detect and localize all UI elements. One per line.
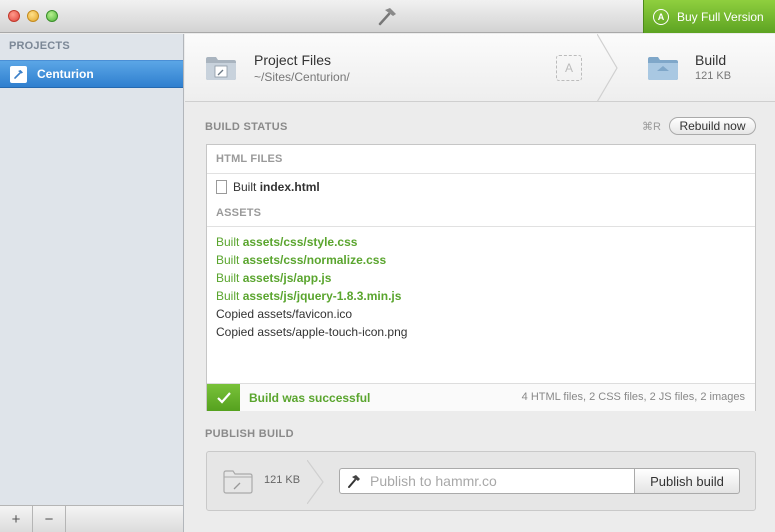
hammer-icon	[348, 475, 360, 488]
hammer-app-icon	[378, 8, 396, 26]
rebuild-now-button[interactable]: Rebuild now	[669, 117, 756, 135]
asset-line: Built assets/js/jquery-1.8.3.min.js	[216, 289, 402, 303]
chevron-divider-icon	[597, 34, 618, 102]
build-status-panel: HTML FILES Built index.html ASSETS Built…	[206, 144, 756, 411]
sidebar: PROJECTS Centurion + −	[0, 34, 184, 532]
zoom-window-button[interactable]	[46, 10, 58, 22]
sidebar-toolbar: + −	[0, 505, 183, 532]
main-content: Project Files ~/Sites/Centurion/ A Build…	[185, 34, 775, 532]
sidebar-item-centurion[interactable]: Centurion	[0, 60, 183, 88]
checkmark-icon	[207, 384, 240, 411]
drop-target-icon[interactable]: A	[556, 55, 582, 81]
build-title: Build	[695, 52, 727, 68]
build-status-label: BUILD STATUS	[205, 121, 288, 133]
build-success-text: Build was successful	[249, 391, 371, 405]
hammer-icon	[10, 65, 27, 83]
build-result-bar: Build was successful 4 HTML files, 2 CSS…	[207, 383, 755, 411]
asset-line: Built assets/js/app.js	[216, 271, 332, 285]
window-titlebar: A Buy Full Version	[0, 0, 775, 33]
document-icon	[216, 180, 227, 194]
publish-build-button[interactable]: Publish build	[634, 468, 740, 494]
sidebar-header: PROJECTS	[9, 40, 70, 52]
html-file-prefix: Built	[233, 180, 257, 194]
html-file-name: index.html	[259, 180, 320, 194]
publish-build-label: PUBLISH BUILD	[205, 428, 294, 440]
path-bar: Project Files ~/Sites/Centurion/ A Build…	[185, 34, 775, 102]
remove-project-button[interactable]: −	[33, 506, 66, 532]
asset-line: Built assets/css/style.css	[216, 235, 358, 249]
project-path: ~/Sites/Centurion/	[254, 70, 350, 84]
publish-size: 121 KB	[264, 474, 301, 486]
divider	[207, 226, 755, 227]
chevron-divider-icon	[307, 460, 324, 504]
publish-folder-icon	[223, 470, 253, 494]
publish-url-input[interactable]	[370, 473, 630, 489]
html-file-row: Built index.html	[216, 180, 320, 194]
html-files-header: HTML FILES	[216, 153, 283, 165]
app-store-icon: A	[653, 8, 669, 25]
close-window-button[interactable]	[8, 10, 20, 22]
build-folder-icon[interactable]	[647, 55, 679, 81]
publish-panel: 121 KB Publish build	[206, 451, 756, 511]
divider	[207, 173, 755, 174]
sidebar-item-label: Centurion	[37, 67, 94, 81]
asset-line: Built assets/css/normalize.css	[216, 253, 387, 267]
publish-target-field[interactable]	[339, 468, 635, 494]
asset-line: Copied assets/apple-touch-icon.png	[216, 325, 408, 339]
rebuild-shortcut: ⌘R	[642, 121, 661, 133]
build-size: 121 KB	[695, 70, 732, 82]
add-project-button[interactable]: +	[0, 506, 33, 532]
buy-full-version-button[interactable]: A Buy Full Version	[643, 0, 775, 33]
assets-header: ASSETS	[216, 207, 262, 219]
project-folder-icon[interactable]	[205, 55, 237, 81]
build-summary: 4 HTML files, 2 CSS files, 2 JS files, 2…	[521, 391, 745, 403]
buy-button-label: Buy Full Version	[677, 9, 764, 24]
asset-line: Copied assets/favicon.ico	[216, 307, 353, 321]
minimize-window-button[interactable]	[27, 10, 39, 22]
project-files-title: Project Files	[254, 52, 332, 68]
